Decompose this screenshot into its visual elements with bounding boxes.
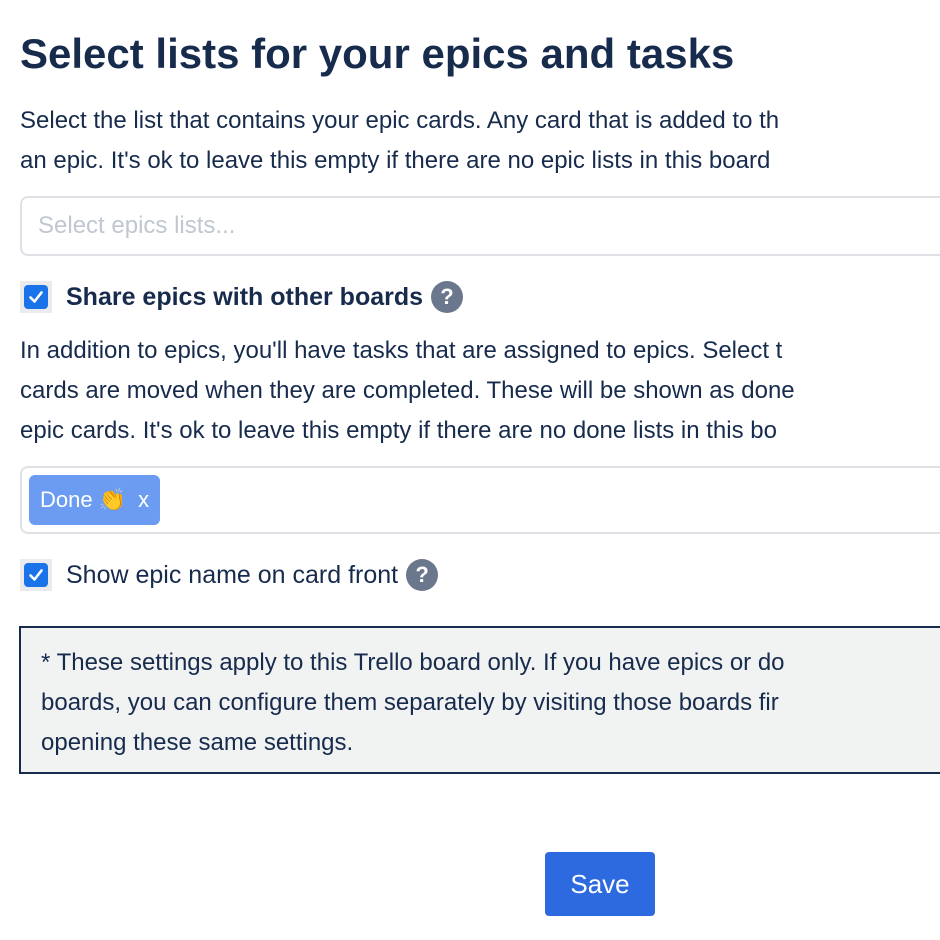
done-lists-description: In addition to epics, you'll have tasks … [20,331,795,451]
share-epics-option: Share epics with other boards ? [20,279,464,315]
save-button[interactable]: Save [545,852,655,916]
epics-lists-select[interactable] [20,196,940,256]
show-epic-name-checkbox[interactable] [20,559,52,591]
show-epic-name-label[interactable]: Show epic name on card front [66,561,398,590]
share-epics-checkbox[interactable] [20,281,52,313]
page-title: Select lists for your epics and tasks [20,30,735,77]
chip-remove-button[interactable]: x [138,475,149,525]
epics-lists-input[interactable] [38,210,898,242]
epics-description-line: an epic. It's ok to leave this empty if … [20,147,771,174]
note-line: boards, you can configure them separatel… [41,689,779,716]
done-lists-select[interactable]: Done 👏 x [20,466,940,534]
done-description-line: epic cards. It's ok to leave this empty … [20,417,777,444]
chip-label: Done 👏 [40,487,127,512]
help-icon[interactable]: ? [406,559,439,591]
selected-list-chip: Done 👏 x [29,475,161,525]
done-description-line: cards are moved when they are completed.… [20,377,795,404]
epics-description: Select the list that contains your epic … [20,101,779,181]
help-icon[interactable]: ? [431,281,464,313]
epics-description-line: Select the list that contains your epic … [20,107,780,134]
settings-note-text: * These settings apply to this Trello bo… [41,643,785,763]
note-line: opening these same settings. [41,729,354,756]
note-line: * These settings apply to this Trello bo… [41,649,785,676]
show-epic-name-option: Show epic name on card front ? [20,557,439,593]
share-epics-label[interactable]: Share epics with other boards [66,283,423,312]
checkmark-icon [24,563,48,587]
settings-note: * These settings apply to this Trello bo… [19,626,940,774]
done-description-line: In addition to epics, you'll have tasks … [20,337,783,364]
checkmark-icon [24,285,48,309]
